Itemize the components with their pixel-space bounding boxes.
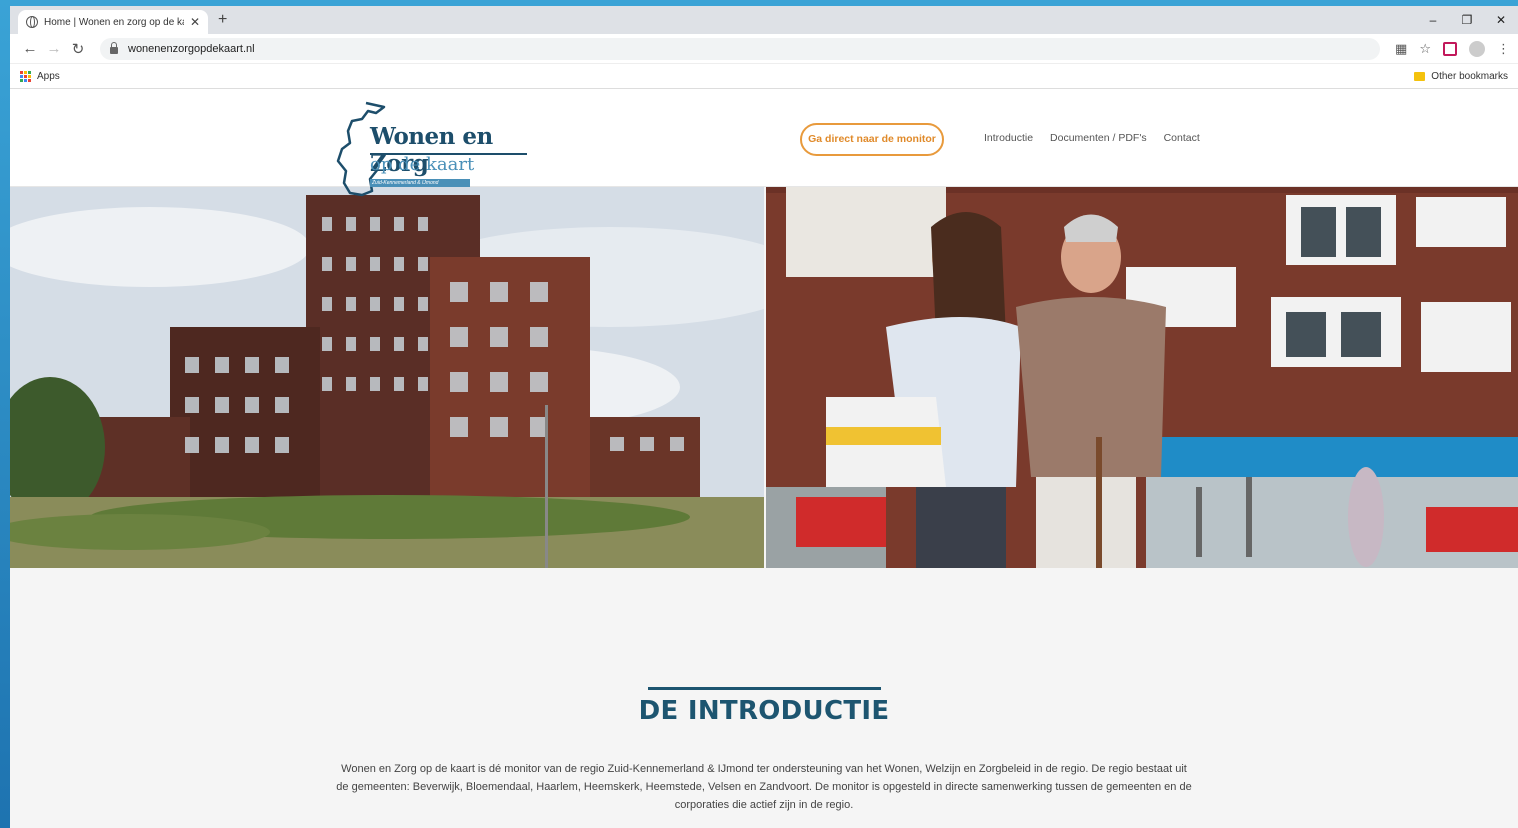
other-bookmarks-label: Other bookmarks [1431, 70, 1508, 82]
url-text: wonenenzorgopdekaart.nl [128, 42, 255, 55]
building-photo [10, 187, 764, 568]
bookmarks-bar: Apps Other bookmarks [10, 64, 1518, 89]
monitor-cta-button[interactable]: Ga direct naar de monitor [800, 123, 944, 156]
browser-tab[interactable]: Home | Wonen en zorg op de ka ✕ [18, 10, 208, 34]
tab-strip: Home | Wonen en zorg op de ka ✕ + – ❐ ✕ [10, 6, 1518, 34]
address-bar[interactable]: wonenenzorgopdekaart.nl [100, 37, 1380, 60]
nav-documenten[interactable]: Documenten / PDF's [1050, 132, 1147, 144]
intro-body: Wonen en Zorg op de kaart is dé monitor … [336, 763, 1192, 811]
nav-introductie[interactable]: Introductie [984, 132, 1033, 144]
bookmark-star-icon[interactable]: ☆ [1419, 41, 1431, 57]
browser-window: Home | Wonen en zorg op de ka ✕ + – ❐ ✕ … [10, 6, 1518, 828]
toolbar-actions: ▦ ☆ ⋮ [1395, 40, 1510, 57]
intro-title: DE INTRODUCTIE [638, 696, 890, 726]
translate-icon[interactable]: ▦ [1395, 41, 1407, 57]
close-tab-icon[interactable]: ✕ [190, 15, 200, 29]
back-button[interactable]: ← [18, 40, 42, 57]
desktop-left [0, 0, 10, 828]
hero-image-buildings [10, 187, 764, 568]
browser-toolbar: ← → ↻ wonenenzorgopdekaart.nl ▦ ☆ ⋮ [10, 34, 1518, 64]
extension-icon[interactable] [1443, 41, 1457, 56]
logo-tagline: Zuid-Kennemerland & IJmond [370, 179, 470, 187]
other-bookmarks[interactable]: Other bookmarks [1414, 71, 1508, 82]
lock-icon[interactable] [110, 41, 118, 54]
reload-button[interactable]: ↻ [66, 40, 90, 58]
web-page: Wonen en Zorg op de kaart Zuid-Kennemerl… [10, 89, 1518, 828]
folder-icon [1414, 71, 1426, 81]
logo-subtitle: op de kaart [370, 154, 475, 175]
hero-image-people [766, 187, 1518, 568]
tab-title: Home | Wonen en zorg op de ka [44, 16, 184, 28]
profile-avatar[interactable] [1469, 40, 1485, 57]
people-photo [766, 187, 1518, 568]
forward-button[interactable]: → [42, 40, 66, 57]
apps-bookmark[interactable]: Apps [37, 71, 60, 82]
restore-button[interactable]: ❐ [1450, 6, 1484, 34]
window-controls: – ❐ ✕ [1416, 6, 1518, 34]
main-nav: Introductie Documenten / PDF's Contact [984, 132, 1200, 144]
new-tab-button[interactable]: + [218, 11, 227, 29]
hero-images [10, 187, 1518, 568]
intro-divider [647, 687, 881, 690]
close-window-button[interactable]: ✕ [1484, 6, 1518, 34]
nav-contact[interactable]: Contact [1164, 132, 1200, 144]
globe-icon [26, 16, 38, 28]
intro-section: DE INTRODUCTIE Wonen en Zorg op de kaart… [10, 687, 1518, 814]
site-header: Wonen en Zorg op de kaart Zuid-Kennemerl… [10, 89, 1518, 197]
apps-grid-icon [20, 70, 31, 82]
menu-kebab-icon[interactable]: ⋮ [1497, 41, 1510, 57]
site-logo[interactable]: Wonen en Zorg op de kaart Zuid-Kennemerl… [328, 99, 548, 203]
minimize-button[interactable]: – [1416, 6, 1450, 34]
